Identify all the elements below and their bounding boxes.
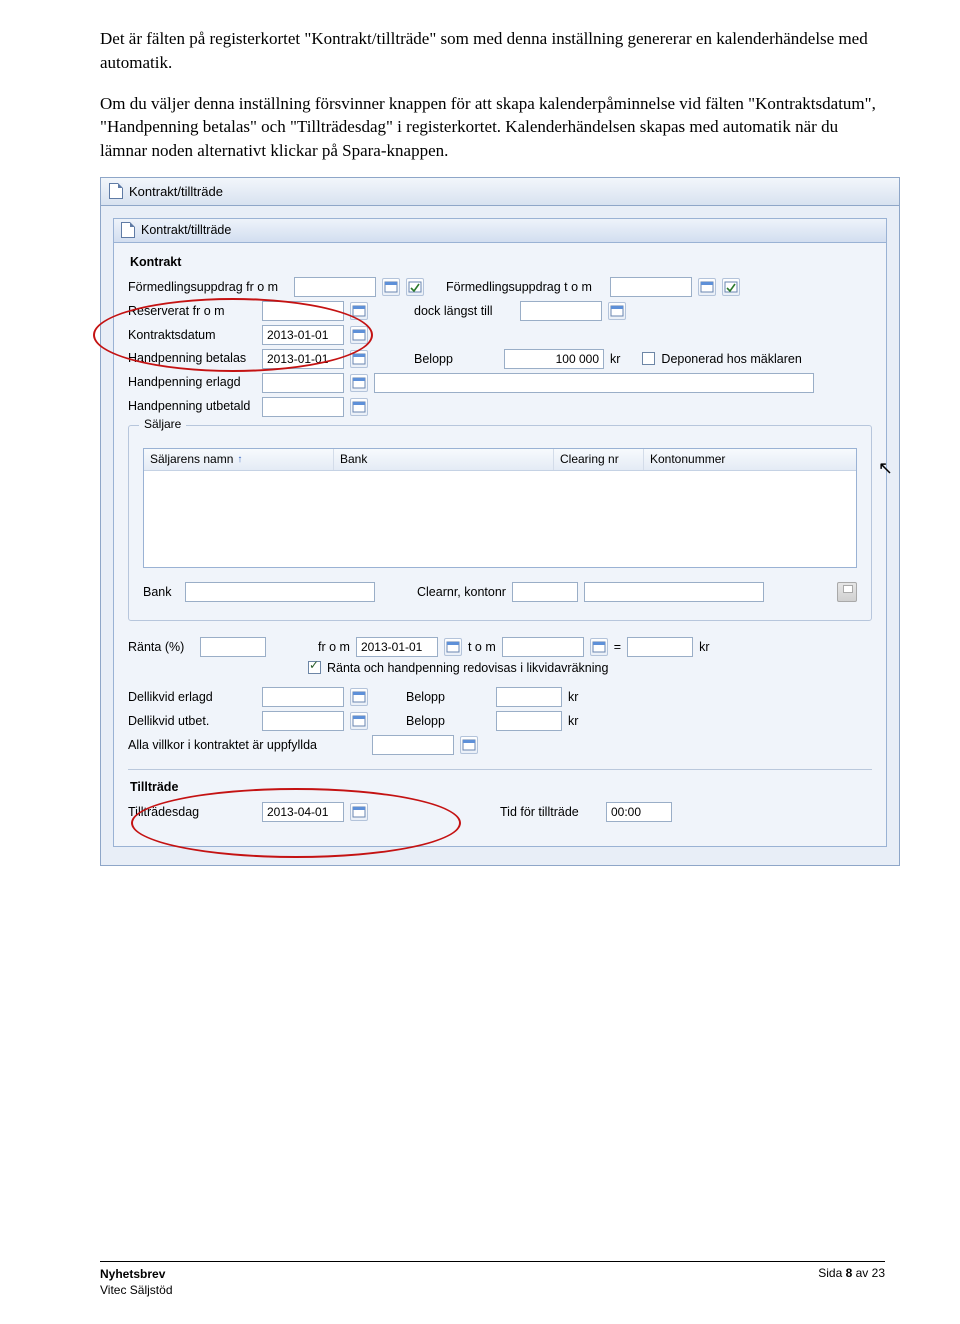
date-picker-icon[interactable] — [350, 326, 368, 344]
save-icon[interactable] — [837, 582, 857, 602]
label-formedl-from: Förmedlingsuppdrag fr o m — [128, 280, 288, 294]
label-tom-short: t o m — [468, 640, 496, 654]
input-formedl-to[interactable] — [610, 277, 692, 297]
date-picker-icon[interactable] — [350, 398, 368, 416]
label-ranta-note: Ränta och handpenning redovisas i likvid… — [327, 661, 608, 675]
input-dellikvid-utbet-belopp[interactable] — [496, 711, 562, 731]
col-saljarens-namn[interactable]: Säljarens namn — [150, 452, 233, 466]
input-dellikvid-erlagd-belopp[interactable] — [496, 687, 562, 707]
input-handp-utbetald[interactable] — [262, 397, 344, 417]
label-kr: kr — [699, 640, 709, 654]
col-bank[interactable]: Bank — [334, 449, 554, 470]
date-picker-icon[interactable] — [350, 374, 368, 392]
input-kontonr[interactable] — [584, 582, 764, 602]
label-dellikvid-utbet: Dellikvid utbet. — [128, 714, 256, 728]
label-deponerad: Deponerad hos mäklaren — [661, 352, 801, 366]
section-tilltrade: Tillträde — [128, 776, 178, 798]
clear-icon[interactable] — [722, 278, 740, 296]
label-kontraktsdatum: Kontraktsdatum — [128, 328, 256, 342]
label-dock: dock längst till — [414, 304, 514, 318]
footer-line2: Vitec Säljstöd — [100, 1283, 173, 1297]
clear-icon[interactable] — [406, 278, 424, 296]
col-clearing[interactable]: Clearing nr — [554, 449, 644, 470]
date-picker-icon[interactable] — [460, 736, 478, 754]
intro-para-1: Det är fälten på registerkortet "Kontrak… — [100, 27, 885, 75]
label-formedl-to: Förmedlingsuppdrag t o m — [446, 280, 604, 294]
label-alla-villkor: Alla villkor i kontraktet är uppfyllda — [128, 738, 366, 752]
input-dock[interactable] — [520, 301, 602, 321]
label-belopp: Belopp — [414, 352, 498, 366]
label-ranta: Ränta (%) — [128, 640, 194, 654]
document-icon — [121, 222, 135, 238]
date-picker-icon[interactable] — [350, 688, 368, 706]
label-kr: kr — [610, 352, 620, 366]
label-reserverat: Reserverat fr o m — [128, 304, 256, 318]
fieldset-saljare: Säljare Säljarens namn↑ Bank Clearing nr… — [128, 425, 872, 621]
section-kontrakt: Kontrakt — [128, 251, 872, 273]
label-handp-erlagd: Handpenning erlagd — [128, 376, 256, 390]
date-picker-icon[interactable] — [590, 638, 608, 656]
input-handp-erlagd-date[interactable] — [262, 373, 344, 393]
label-tid-for-tilltrade: Tid för tillträde — [500, 805, 600, 819]
label-kr: kr — [568, 690, 578, 704]
label-kr: kr — [568, 714, 578, 728]
input-formedl-from[interactable] — [294, 277, 376, 297]
input-tid-for-tilltrade[interactable] — [606, 802, 672, 822]
input-dellikvid-erlagd[interactable] — [262, 687, 344, 707]
footer-page-suffix: av 23 — [852, 1266, 885, 1280]
input-bank[interactable] — [185, 582, 375, 602]
intro-para-2: Om du väljer denna inställning försvinne… — [100, 92, 885, 163]
input-handp-betalas[interactable] — [262, 349, 344, 369]
date-picker-icon[interactable] — [350, 712, 368, 730]
label-equals: = — [614, 640, 621, 654]
legend-saljare: Säljare — [139, 417, 186, 431]
date-picker-icon[interactable] — [382, 278, 400, 296]
input-tilltradesdag[interactable] — [262, 802, 344, 822]
date-picker-icon[interactable] — [444, 638, 462, 656]
footer-line1: Nyhetsbrev — [100, 1267, 165, 1281]
grid-saljare[interactable]: Säljarens namn ↑ Bank Clearing nr Kontonu… — [143, 448, 857, 568]
date-picker-icon[interactable] — [608, 302, 626, 320]
app-window: Kontrakt/tillträde Kontrakt/tillträde Ko… — [100, 177, 900, 866]
label-from-short: fr o m — [318, 640, 350, 654]
date-picker-icon[interactable] — [350, 302, 368, 320]
label-handp-betalas: Handpenning betalas — [128, 352, 256, 366]
checkbox-deponerad[interactable] — [642, 352, 655, 365]
label-bank: Bank — [143, 585, 179, 599]
label-handp-utbetald: Handpenning utbetald — [128, 400, 256, 414]
sort-asc-icon: ↑ — [237, 454, 242, 465]
date-picker-icon[interactable] — [698, 278, 716, 296]
date-picker-icon[interactable] — [350, 350, 368, 368]
label-belopp: Belopp — [406, 690, 490, 704]
input-kontraktsdatum[interactable] — [262, 325, 344, 345]
input-ranta-result[interactable] — [627, 637, 693, 657]
input-alla-villkor[interactable] — [372, 735, 454, 755]
input-ranta-tom[interactable] — [502, 637, 584, 657]
document-icon — [109, 183, 123, 199]
label-dellikvid-erlagd: Dellikvid erlagd — [128, 690, 256, 704]
sub-title-bar: Kontrakt/tillträde — [114, 219, 886, 243]
col-kontonummer[interactable]: Kontonummer — [644, 449, 856, 470]
input-handp-erlagd-note[interactable] — [374, 373, 814, 393]
sub-title: Kontrakt/tillträde — [141, 223, 231, 237]
input-dellikvid-utbet[interactable] — [262, 711, 344, 731]
input-ranta-from[interactable] — [356, 637, 438, 657]
footer-page-prefix: Sida — [818, 1266, 845, 1280]
label-clearnr-kontonr: Clearnr, kontonr — [417, 585, 506, 599]
checkbox-ranta-note[interactable] — [308, 661, 321, 674]
label-tilltradesdag: Tillträdesdag — [128, 805, 256, 819]
input-ranta-pct[interactable] — [200, 637, 266, 657]
window-title: Kontrakt/tillträde — [129, 184, 223, 199]
title-bar: Kontrakt/tillträde — [101, 178, 899, 206]
mouse-cursor-icon: ↖ — [878, 458, 893, 479]
input-belopp[interactable] — [504, 349, 604, 369]
label-belopp: Belopp — [406, 714, 490, 728]
input-clearnr[interactable] — [512, 582, 578, 602]
date-picker-icon[interactable] — [350, 803, 368, 821]
input-reserverat[interactable] — [262, 301, 344, 321]
